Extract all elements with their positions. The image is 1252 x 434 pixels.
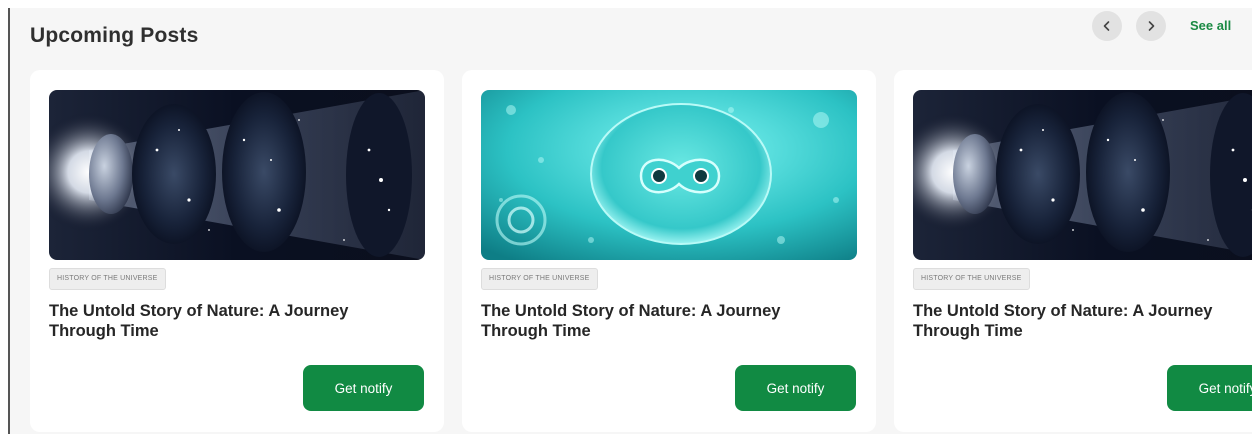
post-image-cell-division	[481, 90, 857, 260]
post-title: The Untold Story of Nature: A Journey Th…	[49, 302, 349, 340]
post-title: The Untold Story of Nature: A Journey Th…	[481, 302, 781, 340]
post-image-cosmic-expansion	[913, 90, 1252, 260]
upcoming-posts-section: Upcoming Posts See all HISTORY OF THE UN…	[8, 8, 1252, 434]
section-title: Upcoming Posts	[30, 24, 199, 47]
carousel-prev-button[interactable]	[1092, 11, 1122, 41]
see-all-link[interactable]: See all	[1190, 18, 1231, 33]
post-category-tag: HISTORY OF THE UNIVERSE	[913, 268, 1030, 290]
post-card: HISTORY OF THE UNIVERSE The Untold Story…	[462, 70, 876, 432]
post-image-cosmic-expansion	[49, 90, 425, 260]
post-category-tag: HISTORY OF THE UNIVERSE	[481, 268, 598, 290]
get-notify-button[interactable]: Get notify	[735, 365, 856, 411]
post-title: The Untold Story of Nature: A Journey Th…	[913, 302, 1213, 340]
carousel-next-button[interactable]	[1136, 11, 1166, 41]
post-category-tag: HISTORY OF THE UNIVERSE	[49, 268, 166, 290]
get-notify-button[interactable]: Get notify	[303, 365, 424, 411]
chevron-left-icon	[1101, 20, 1113, 32]
post-card: HISTORY OF THE UNIVERSE The Untold Story…	[30, 70, 444, 432]
chevron-right-icon	[1145, 20, 1157, 32]
get-notify-button[interactable]: Get notify	[1167, 365, 1252, 411]
post-card: HISTORY OF THE UNIVERSE The Untold Story…	[894, 70, 1252, 432]
upcoming-posts-frame: Upcoming Posts See all HISTORY OF THE UN…	[0, 0, 1252, 434]
